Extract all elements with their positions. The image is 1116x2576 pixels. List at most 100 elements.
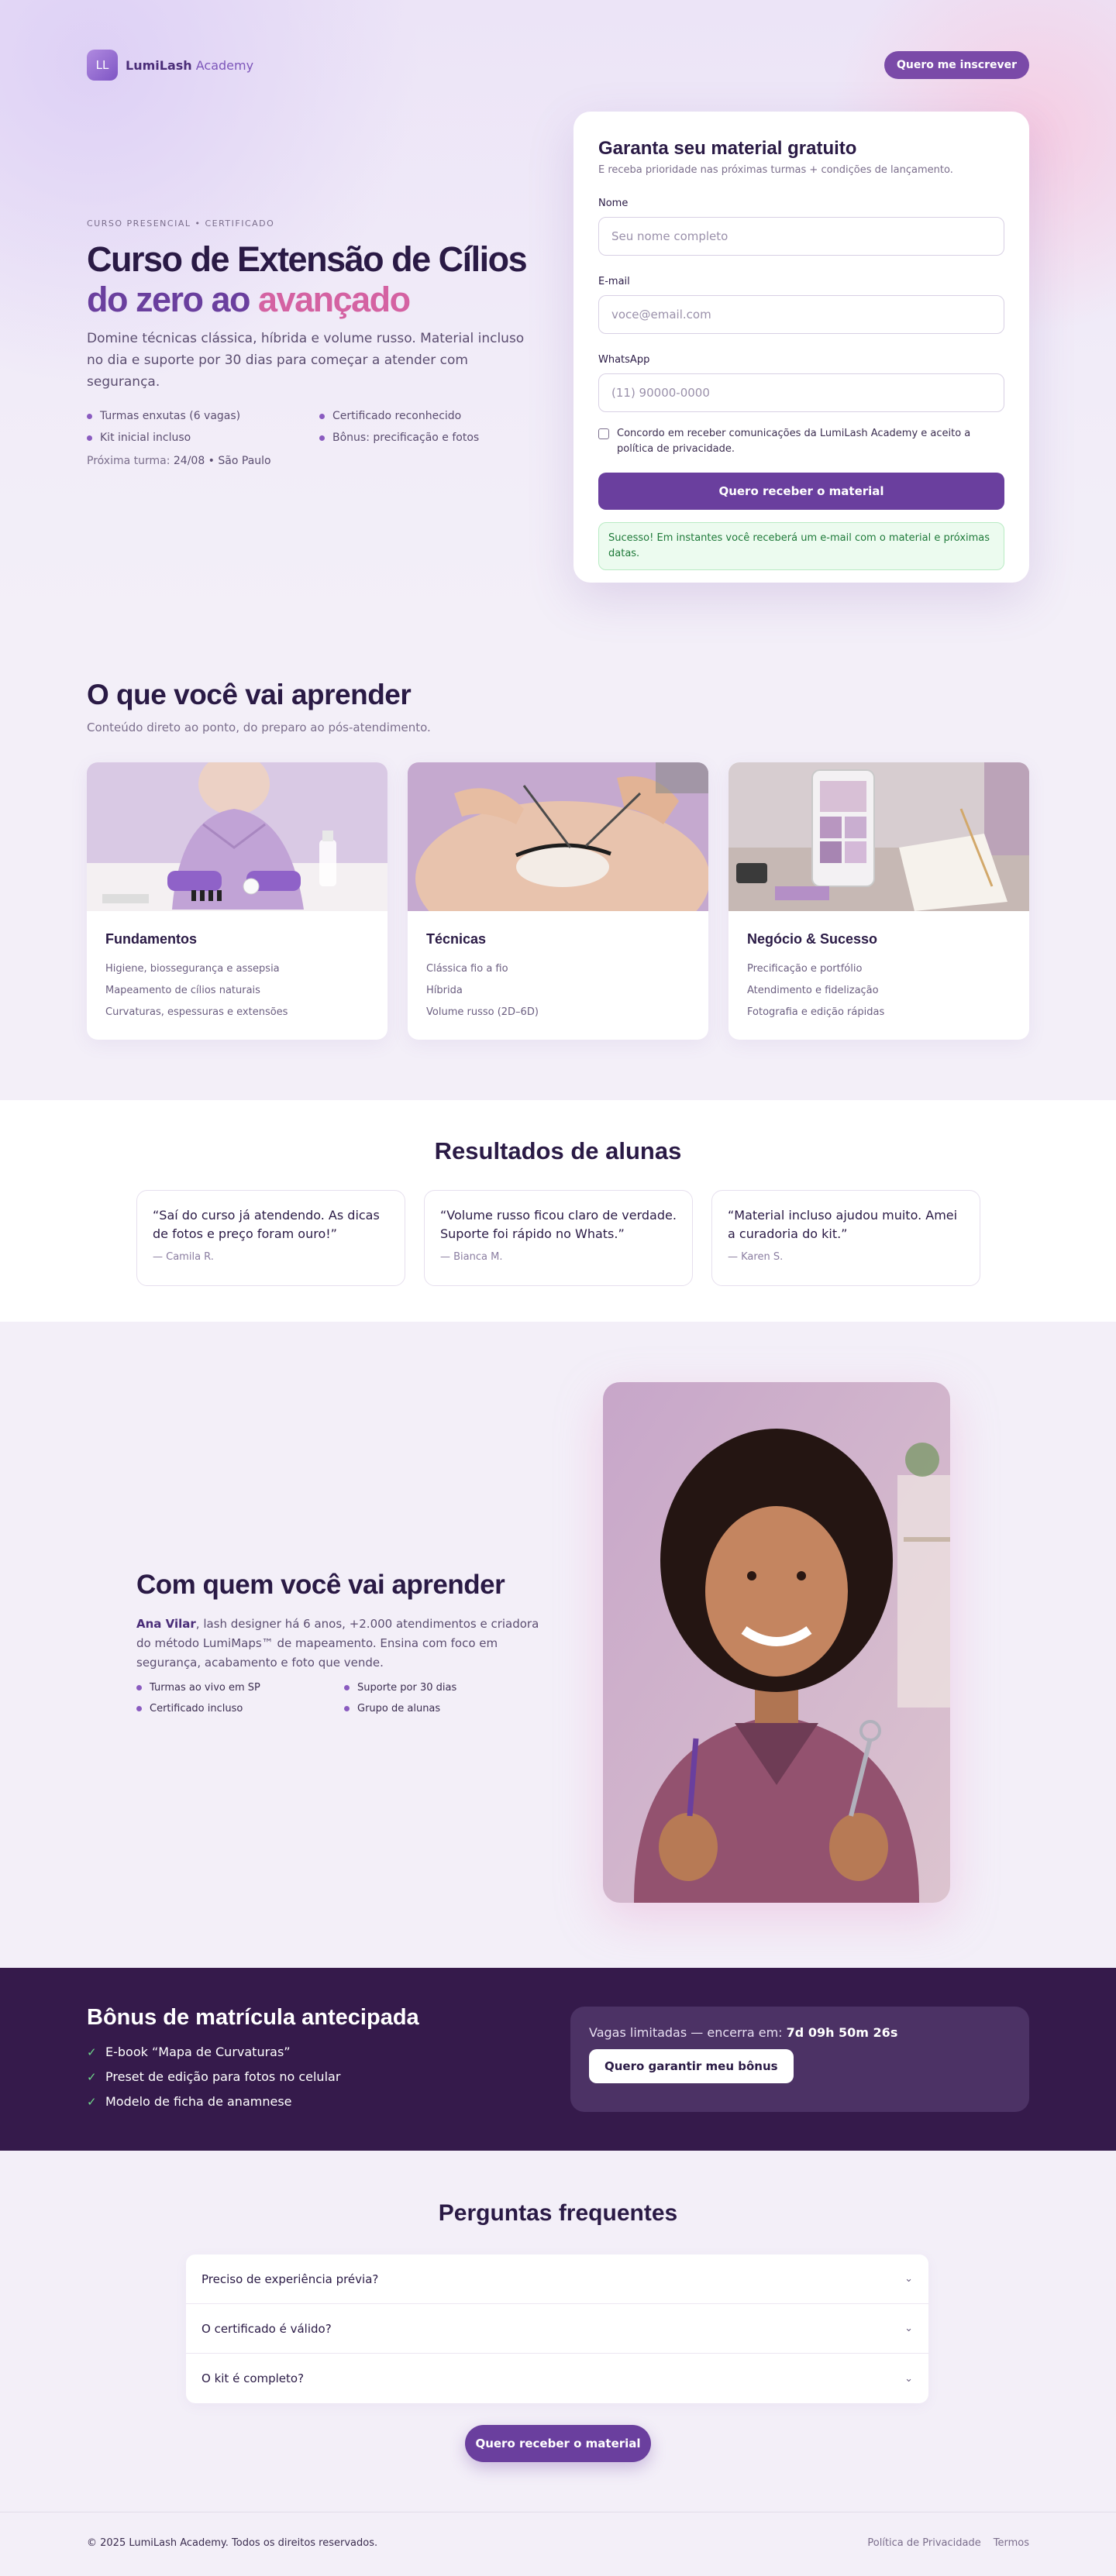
consent-row: Concordo em receber comunicações da Lumi… <box>598 426 1004 457</box>
terms-link[interactable]: Termos <box>994 2537 1029 2549</box>
countdown-label: Vagas limitadas — encerra em: <box>589 2025 787 2040</box>
claim-bonus-button[interactable]: Quero garantir meu bônus <box>589 2049 794 2083</box>
instructor-bio-text: , lash designer há 6 anos, +2.000 atendi… <box>136 1617 539 1670</box>
card-title: Técnicas <box>426 931 487 947</box>
brand-name-rest: Academy <box>191 57 254 73</box>
bullet-dot <box>87 435 92 441</box>
curriculum-card: Técnicas Clássica fio a fio Híbrida Volu… <box>408 762 708 1040</box>
faq-item[interactable]: Preciso de experiência prévia? ⌄ <box>186 2254 928 2304</box>
check-icon: ✓ <box>87 2095 97 2109</box>
bonus-item-label: Preset de edição para fotos no celular <box>105 2069 341 2084</box>
receive-material-button[interactable]: Quero receber o material <box>465 2425 651 2462</box>
card-image-tecnicas <box>408 762 708 911</box>
instructor-content: Com quem você vai aprender Ana Vilar, la… <box>136 1570 539 1714</box>
instructor-feature-label: Certificado incluso <box>150 1703 243 1714</box>
whatsapp-field[interactable] <box>598 373 1004 412</box>
hero-eyebrow: CURSO PRESENCIAL • CERTIFICADO <box>87 218 275 229</box>
hero-feature-label: Certificado reconhecido <box>332 410 462 422</box>
bullet-dot <box>319 413 325 419</box>
chevron-down-icon: ⌄ <box>904 2323 913 2334</box>
testimonial-quote: “Volume russo ficou claro de verdade. Su… <box>440 1208 677 1241</box>
instructor-title: Com quem você vai aprender <box>136 1570 505 1600</box>
bullet-dot <box>136 1706 142 1711</box>
faq-question: O certificado é válido? <box>202 2321 332 2336</box>
curriculum-subtitle: Conteúdo direto ao ponto, do preparo ao … <box>87 721 431 734</box>
brand[interactable]: LL LumiLash Academy <box>87 50 253 81</box>
brand-name-bold: LumiLash <box>126 57 192 73</box>
hero-section: LL LumiLash Academy Quero me inscrever C… <box>0 0 1116 620</box>
faq-question: Preciso de experiência prévia? <box>202 2272 379 2286</box>
bullet-dot <box>319 435 325 441</box>
testimonial-card: “Material incluso ajudou muito. Amei a c… <box>711 1190 980 1286</box>
countdown-timer: 7d 09h 50m 26s <box>786 2025 898 2040</box>
hero-feature: Kit inicial incluso <box>87 432 319 444</box>
hero-feature: Bônus: precificação e fotos <box>319 432 536 444</box>
brand-name: LumiLash Academy <box>126 58 253 73</box>
hero-feature-label: Kit inicial incluso <box>100 432 191 444</box>
hero-content: CURSO PRESENCIAL • CERTIFICADO Curso de … <box>87 218 536 467</box>
testimonials-list: “Saí do curso já atendendo. As dicas de … <box>136 1190 980 1286</box>
consent-checkbox[interactable] <box>598 428 609 439</box>
name-field[interactable] <box>598 217 1004 256</box>
card-image-fundamentos <box>87 762 388 911</box>
bullet-dot <box>87 413 92 419</box>
hero-title: Curso de Extensão de Cílios do zero ao a… <box>87 239 536 320</box>
form-title: Garanta seu material gratuito <box>598 138 857 159</box>
success-message: Sucesso! Em instantes você receberá um e… <box>598 522 1004 570</box>
instructor-portrait-image <box>603 1382 950 1903</box>
footer-links: Política de Privacidade Termos <box>867 2537 1029 2549</box>
hero-title-line2-start: do zero ao <box>87 280 259 319</box>
instructor-feature: Certificado incluso <box>136 1703 344 1714</box>
card-body: Técnicas Clássica fio a fio Híbrida Volu… <box>408 911 708 1040</box>
whatsapp-label: WhatsApp <box>598 354 650 366</box>
lash-application-closeup-image <box>408 762 708 911</box>
bonus-item-label: Modelo de ficha de anamnese <box>105 2094 292 2109</box>
email-label: E-mail <box>598 276 630 287</box>
submit-button[interactable]: Quero receber o material <box>598 473 1004 510</box>
chevron-down-icon: ⌄ <box>904 2273 913 2285</box>
curriculum-title: O que você vai aprender <box>87 679 412 710</box>
privacy-link[interactable]: Política de Privacidade <box>867 2537 980 2549</box>
faq-list: Preciso de experiência prévia? ⌄ O certif… <box>186 2254 928 2403</box>
instructor-photo <box>603 1382 950 1903</box>
testimonial-author: — Karen S. <box>728 1251 784 1263</box>
consent-text: Concordo em receber comunicações da Lumi… <box>617 428 971 455</box>
check-icon: ✓ <box>87 2045 97 2059</box>
hero-features: Turmas enxutas (6 vagas) Certificado rec… <box>87 410 536 444</box>
copyright: © 2025 LumiLash Academy. Todos os direit… <box>87 2537 378 2549</box>
bonus-content: Bônus de matrícula antecipada ✓ E-book “M… <box>87 2005 419 2114</box>
card-item: Volume russo (2D–6D) <box>426 1006 539 1018</box>
top-nav: LL LumiLash Academy Quero me inscrever <box>87 49 1029 81</box>
instructor-feature: Grupo de alunas <box>344 1703 538 1714</box>
card-item: Mapeamento de cílios naturais <box>105 985 260 996</box>
faq-item[interactable]: O certificado é válido? ⌄ <box>186 2304 928 2354</box>
bonus-item-label: E-book “Mapa de Curvaturas” <box>105 2045 291 2059</box>
signup-button[interactable]: Quero me inscrever <box>884 51 1029 79</box>
bonus-title: Bônus de matrícula antecipada <box>87 2005 419 2030</box>
next-class: Próxima turma: 24/08 • São Paulo <box>87 455 536 467</box>
landing-page: LL LumiLash Academy Quero me inscrever C… <box>0 0 1116 2576</box>
footer: © 2025 LumiLash Academy. Todos os direit… <box>0 2512 1116 2576</box>
curriculum-card: Fundamentos Higiene, biossegurança e ass… <box>87 762 388 1040</box>
card-body: Negócio & Sucesso Precificação e portfól… <box>728 911 1029 1040</box>
hero-title-line2: do zero ao avançado <box>87 280 536 320</box>
card-item: Curvaturas, espessuras e extensões <box>105 1006 288 1018</box>
check-icon: ✓ <box>87 2070 97 2084</box>
instructor-feature-label: Grupo de alunas <box>357 1703 441 1714</box>
bullet-dot <box>344 1706 350 1711</box>
business-workspace-image <box>728 762 1029 911</box>
faq-item[interactable]: O kit é completo? ⌄ <box>186 2354 928 2403</box>
card-image-negocio <box>728 762 1029 911</box>
card-item: Clássica fio a fio <box>426 963 508 975</box>
form-subtitle: E receba prioridade nas próximas turmas … <box>598 164 953 176</box>
faq-title: Perguntas frequentes <box>438 2200 678 2226</box>
bonus-section: Bônus de matrícula antecipada ✓ E-book “M… <box>0 1968 1116 2151</box>
card-item: Híbrida <box>426 985 463 996</box>
instructor-feature: Suporte por 30 dias <box>344 1682 538 1694</box>
card-title: Negócio & Sucesso <box>747 931 878 947</box>
bullet-dot <box>344 1685 350 1690</box>
email-field[interactable] <box>598 295 1004 334</box>
testimonial-card: “Saí do curso já atendendo. As dicas de … <box>136 1190 405 1286</box>
card-item: Fotografia e edição rápidas <box>747 1006 885 1018</box>
card-body: Fundamentos Higiene, biossegurança e ass… <box>87 911 388 1040</box>
